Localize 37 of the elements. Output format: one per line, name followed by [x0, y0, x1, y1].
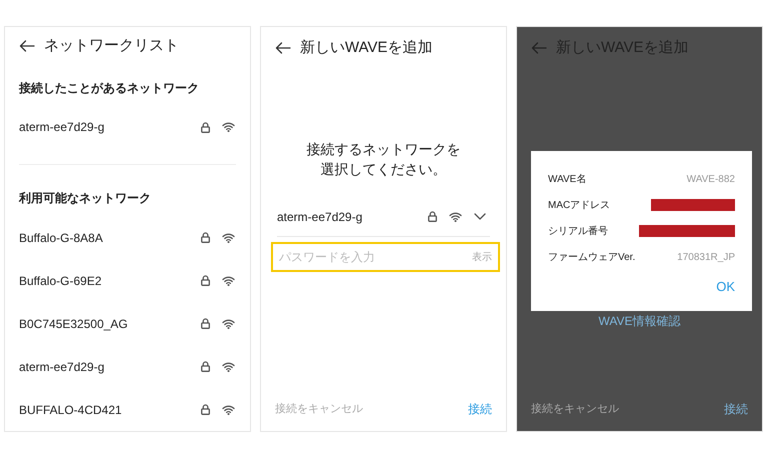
network-name[interactable]: aterm-ee7d29-g: [19, 358, 201, 376]
show-password-button[interactable]: 表示: [472, 250, 492, 264]
section-heading: 利用可能なネットワーク: [19, 190, 151, 207]
password-field[interactable]: パスワードを入力 表示: [271, 242, 500, 272]
network-name[interactable]: aterm-ee7d29-g: [277, 208, 428, 226]
cancel-button[interactable]: 接続をキャンセル: [275, 400, 363, 418]
wifi-icon: [222, 404, 235, 414]
ok-button[interactable]: OK: [716, 277, 735, 297]
network-name[interactable]: BUFFALO-4CD421: [19, 400, 201, 418]
network-name[interactable]: Buffalo-G-69E2: [19, 272, 201, 290]
screen-title: 新しいWAVEを追加: [300, 38, 433, 58]
chevron-down-icon[interactable]: [474, 213, 486, 220]
network-name[interactable]: B0C745E32500_AG: [19, 314, 201, 332]
back-arrow-icon[interactable]: [275, 42, 291, 54]
connect-button[interactable]: 接続: [468, 400, 492, 418]
wifi-icon: [222, 232, 235, 242]
wifi-icon: [222, 318, 235, 328]
info-link[interactable]: WAVE情報確認: [598, 311, 680, 331]
info-label: シリアル番号: [548, 224, 608, 238]
wifi-icon: [222, 362, 235, 372]
info-label: MACアドレス: [548, 198, 610, 212]
instruction-text: 選択してください。: [320, 160, 446, 179]
info-value: 170831R_JP: [677, 250, 735, 264]
screen-title: ネットワークリスト: [44, 36, 179, 56]
info-label: ファームウェアVer.: [548, 250, 636, 264]
wifi-icon: [449, 212, 462, 222]
info-value: WAVE-882: [686, 172, 735, 186]
network-name[interactable]: aterm-ee7d29-g: [19, 118, 201, 136]
section-heading: 接続したことがあるネットワーク: [19, 80, 199, 97]
info-label: WAVE名: [548, 172, 586, 186]
wifi-icon: [222, 276, 235, 286]
back-arrow-icon[interactable]: [19, 40, 35, 52]
cancel-button[interactable]: 接続をキャンセル: [531, 400, 619, 418]
instruction-text: 接続するネットワークを: [306, 140, 460, 159]
wifi-icon: [222, 122, 235, 132]
connect-button[interactable]: 接続: [724, 400, 748, 418]
network-name[interactable]: Buffalo-G-8A8A: [19, 228, 201, 246]
